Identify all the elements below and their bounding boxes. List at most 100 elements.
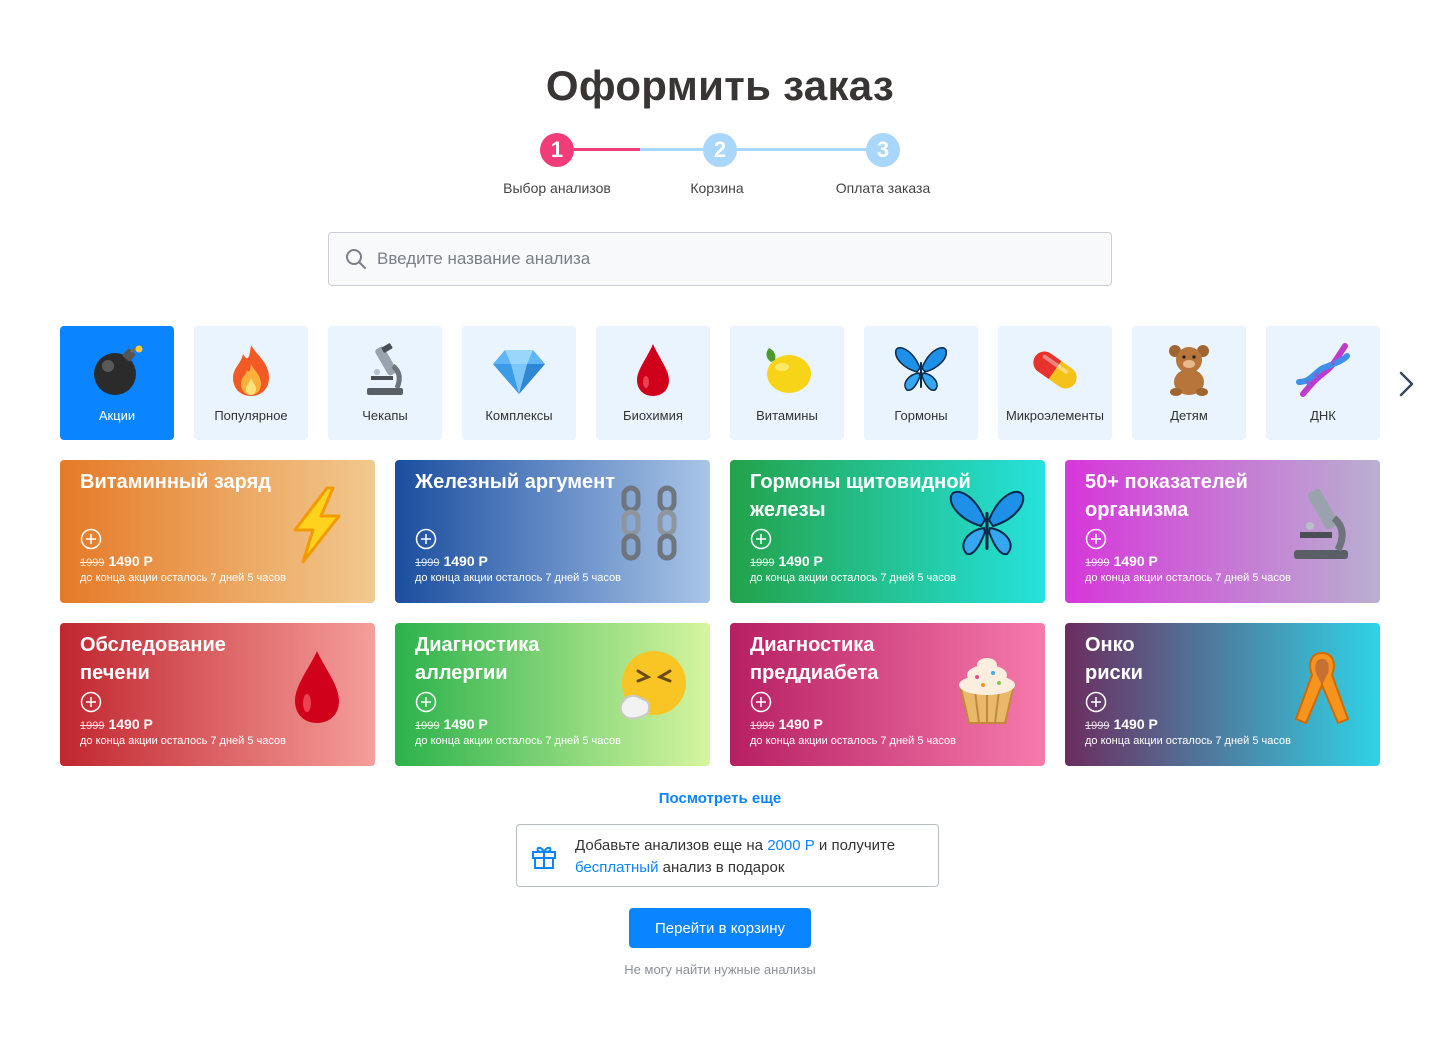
promo-old-price: 1999	[1085, 720, 1110, 732]
step-2-circle[interactable]: 2	[703, 133, 737, 167]
promo-card[interactable]: Обследование печени 1999 1490 Р до конца …	[60, 623, 375, 766]
promo-new-price: 1490 Р	[1113, 553, 1158, 569]
promo-new-price: 1490 Р	[443, 716, 488, 732]
category-microelements[interactable]: Микроэлементы	[998, 326, 1112, 440]
category-label: Микроэлементы	[1005, 408, 1105, 423]
step-line	[640, 148, 703, 151]
promo-title: Гормоны щитовидной железы	[750, 471, 971, 521]
blood-drop-icon	[295, 651, 339, 723]
gift-text-part: Добавьте анализов еще на	[575, 837, 768, 854]
cupcake-icon	[959, 658, 1015, 724]
step-1-label: Выбор анализов	[503, 180, 611, 196]
promo-price: 1999 1490 Р	[1085, 553, 1158, 569]
step-1-circle[interactable]: 1	[540, 133, 574, 167]
promo-price: 1999 1490 Р	[750, 553, 823, 569]
promo-card[interactable]: 50+ показателей организма 1999 1490 Р до …	[1065, 460, 1380, 603]
gift-text-part: анализ в подарок	[658, 859, 785, 876]
add-circle-icon[interactable]	[750, 691, 772, 713]
promo-timer: до конца акции осталось 7 дней 5 часов	[1085, 735, 1291, 747]
fire-icon	[222, 341, 280, 399]
promo-new-price: 1490 Р	[108, 553, 153, 569]
category-complexes[interactable]: Комплексы	[462, 326, 576, 440]
lemon-icon	[758, 341, 816, 399]
promo-timer: до конца акции осталось 7 дней 5 часов	[750, 572, 956, 584]
pill-icon	[1026, 341, 1084, 399]
category-label: Витамины	[756, 408, 818, 423]
gift-amount: 2000 Р	[767, 837, 815, 854]
add-circle-icon[interactable]	[1085, 691, 1107, 713]
butterfly-icon	[949, 490, 1025, 556]
lightning-icon	[293, 486, 341, 564]
search-box[interactable]	[328, 232, 1112, 286]
show-more-link[interactable]: Посмотреть еще	[0, 790, 1440, 807]
gift-free-word: бесплатный	[575, 859, 659, 876]
promo-price: 1999 1490 Р	[80, 553, 153, 569]
page-title: Оформить заказ	[545, 62, 895, 109]
ribbon-icon	[1294, 651, 1350, 725]
promo-card[interactable]: Диагностика аллергии 1999 1490 Р до конца…	[395, 623, 710, 766]
promo-title: 50+ показателей организма	[1085, 471, 1248, 521]
microscope-icon	[1294, 488, 1348, 559]
promo-timer: до конца акции осталось 7 дней 5 часов	[80, 572, 286, 584]
category-label: Детям	[1170, 408, 1208, 423]
promo-old-price: 1999	[415, 720, 440, 732]
search-input[interactable]	[377, 249, 1057, 269]
category-label: Акции	[98, 408, 136, 423]
category-label: ДНК	[1310, 408, 1336, 423]
promo-card[interactable]: Онко риски 1999 1490 Р до конца акции ост…	[1065, 623, 1380, 766]
add-circle-icon[interactable]	[80, 528, 102, 550]
promo-timer: до конца акции осталось 7 дней 5 часов	[80, 735, 286, 747]
promo-new-price: 1490 Р	[1113, 716, 1158, 732]
promo-old-price: 1999	[80, 720, 105, 732]
add-circle-icon[interactable]	[415, 691, 437, 713]
promo-title: Витаминный заряд	[80, 471, 271, 493]
promo-old-price: 1999	[1085, 557, 1110, 569]
promo-title: Обследование печени	[80, 634, 226, 684]
diamond-icon	[490, 341, 548, 399]
promo-new-price: 1490 Р	[778, 716, 823, 732]
promo-timer: до конца акции осталось 7 дней 5 часов	[1085, 572, 1291, 584]
promo-card[interactable]: Гормоны щитовидной железы 1999 1490 Р до …	[730, 460, 1045, 603]
cant-find-link[interactable]: Не могу найти нужные анализы	[0, 962, 1440, 977]
microscope-icon	[356, 341, 414, 399]
add-circle-icon[interactable]	[1085, 528, 1107, 550]
promo-price: 1999 1490 Р	[80, 716, 153, 732]
step-line	[737, 148, 866, 151]
category-vitamins[interactable]: Витамины	[730, 326, 844, 440]
promo-new-price: 1490 Р	[778, 553, 823, 569]
promo-price: 1999 1490 Р	[415, 716, 488, 732]
step-3-circle[interactable]: 3	[866, 133, 900, 167]
promo-title: Диагностика аллергии	[415, 634, 540, 684]
dna-icon	[1294, 341, 1352, 399]
category-hormones[interactable]: Гормоны	[864, 326, 978, 440]
promo-card[interactable]: Диагностика преддиабета 1999 1490 Р до ко…	[730, 623, 1045, 766]
chains-icon	[621, 485, 677, 561]
promo-card[interactable]: Железный аргумент 1999 1490 Р до конца ак…	[395, 460, 710, 603]
category-checkups[interactable]: Чекапы	[328, 326, 442, 440]
category-label: Комплексы	[485, 408, 553, 423]
category-promotions[interactable]: Акции	[60, 326, 174, 440]
promo-card[interactable]: Витаминный заряд 1999 1490 Р до конца акц…	[60, 460, 375, 603]
category-carousel: Акции Популярное Чекапы Комплексы Биохим…	[60, 326, 1440, 440]
add-circle-icon[interactable]	[415, 528, 437, 550]
promo-title: Диагностика преддиабета	[750, 634, 879, 684]
step-2-label: Корзина	[690, 180, 744, 196]
category-popular[interactable]: Популярное	[194, 326, 308, 440]
order-stepper: 1 2 3 Выбор анализов Корзина Оплата зака…	[0, 133, 1440, 203]
promo-old-price: 1999	[415, 557, 440, 569]
promo-title: Железный аргумент	[415, 471, 616, 493]
butterfly-icon	[892, 341, 950, 399]
category-label: Чекапы	[362, 408, 408, 423]
category-biochemistry[interactable]: Биохимия	[596, 326, 710, 440]
bomb-icon	[88, 341, 146, 399]
category-dna[interactable]: ДНК	[1266, 326, 1380, 440]
gift-text-part: и получите	[814, 837, 896, 854]
sneezing-face-icon	[619, 651, 686, 720]
add-circle-icon[interactable]	[80, 691, 102, 713]
add-circle-icon[interactable]	[750, 528, 772, 550]
teddy-bear-icon	[1160, 341, 1218, 399]
category-label: Гормоны	[894, 408, 948, 423]
go-to-cart-button[interactable]: Перейти в корзину	[629, 908, 811, 948]
category-children[interactable]: Детям	[1132, 326, 1246, 440]
chevron-right-icon[interactable]	[1394, 370, 1418, 398]
